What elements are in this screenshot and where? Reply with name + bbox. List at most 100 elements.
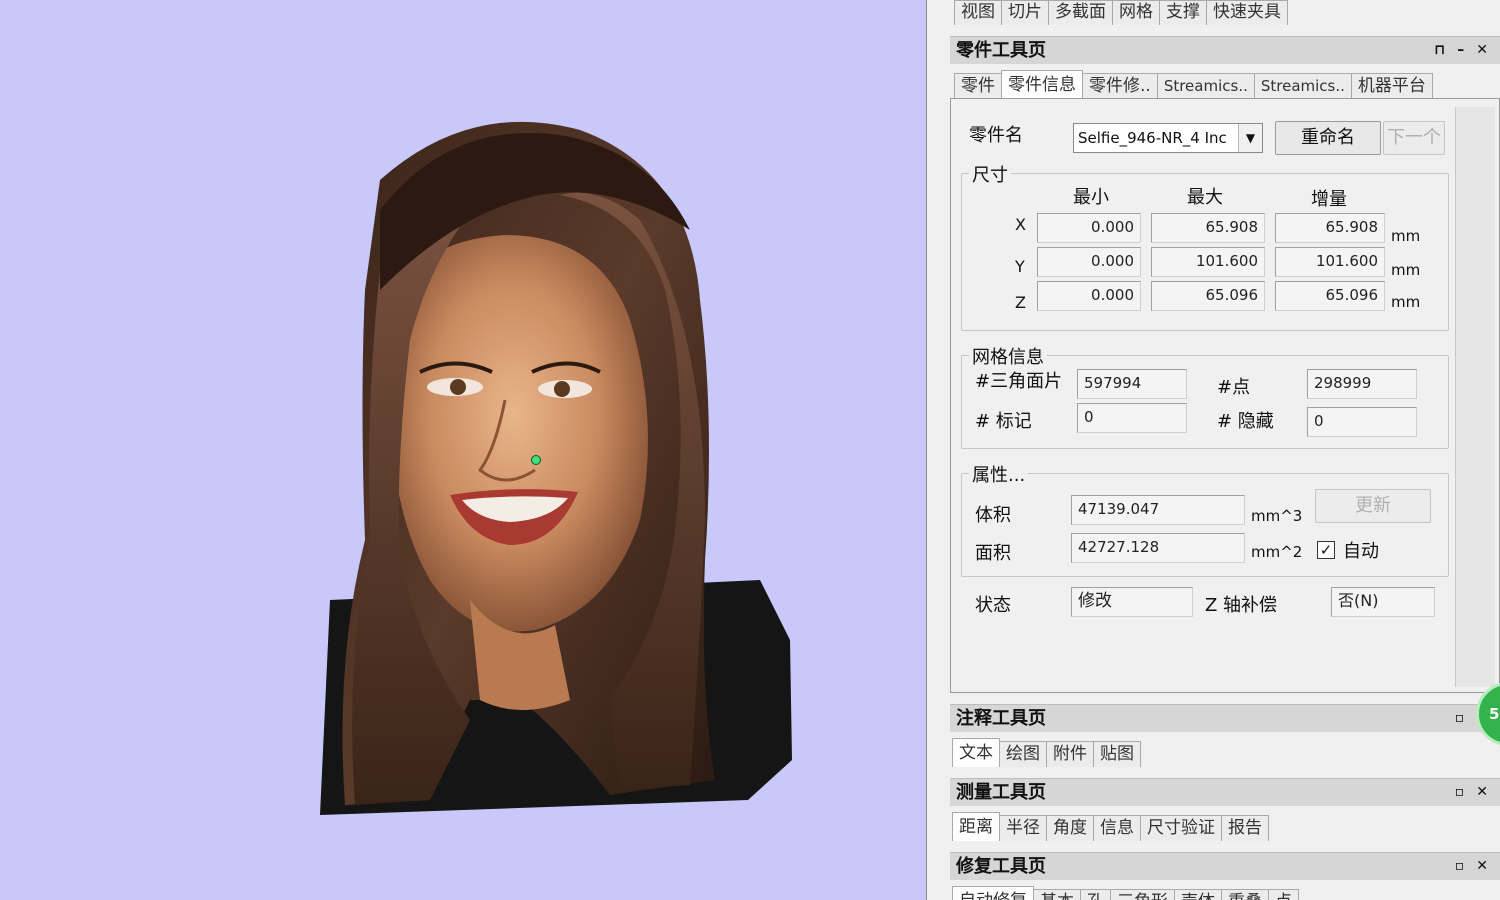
tab-holes[interactable]: 孔	[1080, 889, 1111, 900]
restore-icon[interactable]: ▫	[1455, 705, 1465, 732]
y-unit: mm	[1391, 261, 1421, 279]
3d-viewport[interactable]	[0, 0, 926, 900]
tab-distance[interactable]: 距离	[952, 812, 1000, 841]
tab-decal[interactable]: 贴图	[1093, 741, 1141, 767]
z-compensation-label: Z 轴补偿	[1205, 595, 1278, 616]
tab-streamics-1[interactable]: Streamics..	[1156, 73, 1255, 99]
part-info-scrollbar[interactable]	[1455, 107, 1495, 687]
repair-page-header[interactable]: 修复工具页 ▫ ✕	[950, 852, 1500, 880]
y-min-field: 0.000	[1037, 247, 1141, 277]
chevron-down-icon[interactable]: ▼	[1238, 124, 1262, 152]
repair-tab-bar: 自动修复 基本 孔 三角形 壳体 重叠 点	[952, 886, 1299, 900]
tab-view[interactable]: 视图	[954, 0, 1002, 25]
tab-drawing[interactable]: 绘图	[999, 741, 1047, 767]
restore-icon[interactable]: ▫	[1455, 779, 1465, 806]
pin-icon[interactable]: ⊓	[1434, 37, 1445, 64]
tab-machine-platform[interactable]: 机器平台	[1350, 73, 1433, 99]
part-name-label: 零件名	[969, 125, 1023, 146]
y-max-field: 101.600	[1151, 247, 1265, 277]
part-info-content: 零件名 Selfie_946-NR_4 Inc ▼ 重命名 下一个 尺寸 最小 …	[955, 99, 1453, 689]
x-max-field: 65.908	[1151, 213, 1265, 243]
z-unit: mm	[1391, 293, 1421, 311]
parts-page-title: 零件工具页	[956, 40, 1046, 61]
area-unit: mm^2	[1251, 543, 1303, 561]
auto-label: 自动	[1343, 541, 1379, 562]
marker-point	[531, 455, 541, 465]
next-button[interactable]: 下一个	[1383, 121, 1445, 155]
x-unit: mm	[1391, 227, 1421, 245]
tab-dimension-check[interactable]: 尺寸验证	[1140, 815, 1222, 841]
tab-support[interactable]: 支撑	[1159, 0, 1207, 25]
tab-multi-section[interactable]: 多截面	[1048, 0, 1113, 25]
tab-parts[interactable]: 零件	[954, 73, 1002, 99]
dimensions-title: 尺寸	[969, 161, 1011, 187]
tab-part-repair[interactable]: 零件修..	[1082, 73, 1158, 99]
part-name-value: Selfie_946-NR_4 Inc	[1078, 129, 1227, 147]
col-min-header: 最小	[1073, 187, 1109, 208]
tab-mesh[interactable]: 网格	[1112, 0, 1160, 25]
repair-page-title: 修复工具页	[956, 856, 1046, 877]
minimize-icon[interactable]: –	[1457, 37, 1464, 64]
axis-x-label: X	[1015, 215, 1026, 234]
part-name-select[interactable]: Selfie_946-NR_4 Inc ▼	[1073, 123, 1263, 153]
parts-page-header[interactable]: 零件工具页 ⊓ – ✕	[950, 36, 1500, 64]
tab-text[interactable]: 文本	[952, 738, 1000, 767]
tab-report[interactable]: 报告	[1221, 815, 1269, 841]
points-label: #点	[1217, 377, 1251, 398]
mesh-info-title: 网格信息	[969, 343, 1047, 369]
update-button[interactable]: 更新	[1315, 489, 1431, 523]
marks-label: # 标记	[975, 411, 1032, 432]
annotation-page-header[interactable]: 注释工具页 ▫ ✕	[950, 704, 1500, 732]
z-compensation-field: 否(N)	[1331, 587, 1435, 617]
tab-auto-repair[interactable]: 自动修复	[952, 886, 1034, 900]
area-label: 面积	[975, 543, 1011, 564]
status-field: 修改	[1071, 587, 1193, 617]
tab-basic[interactable]: 基本	[1033, 889, 1081, 900]
panel-splitter[interactable]	[926, 0, 942, 900]
tab-slice[interactable]: 切片	[1001, 0, 1049, 25]
head-model-render[interactable]	[0, 0, 926, 900]
top-tab-bar: 视图 切片 多截面 网格 支撑 快速夹具	[954, 0, 1288, 25]
x-delta-field: 65.908	[1275, 213, 1385, 243]
restore-icon[interactable]: ▫	[1455, 853, 1465, 880]
measure-page-header[interactable]: 测量工具页 ▫ ✕	[950, 778, 1500, 806]
tab-info[interactable]: 信息	[1093, 815, 1141, 841]
part-info-body: 零件名 Selfie_946-NR_4 Inc ▼ 重命名 下一个 尺寸 最小 …	[950, 98, 1500, 693]
auto-checkbox[interactable]: ✓	[1317, 541, 1335, 559]
tab-attachment[interactable]: 附件	[1046, 741, 1094, 767]
triangles-field: 597994	[1077, 369, 1187, 399]
tab-radius[interactable]: 半径	[999, 815, 1047, 841]
col-max-header: 最大	[1187, 187, 1223, 208]
axis-z-label: Z	[1015, 293, 1026, 312]
tab-quick-fixture[interactable]: 快速夹具	[1206, 0, 1288, 25]
tab-points[interactable]: 点	[1268, 889, 1299, 900]
rename-button[interactable]: 重命名	[1275, 121, 1381, 155]
volume-label: 体积	[975, 505, 1011, 526]
tab-part-info[interactable]: 零件信息	[1001, 70, 1083, 99]
face	[390, 235, 648, 632]
parts-tab-bar: 零件 零件信息 零件修.. Streamics.. Streamics.. 机器…	[954, 70, 1433, 99]
tab-triangles[interactable]: 三角形	[1110, 889, 1175, 900]
area-field: 42727.128	[1071, 533, 1245, 563]
x-min-field: 0.000	[1037, 213, 1141, 243]
tab-overlap[interactable]: 重叠	[1221, 889, 1269, 900]
col-delta-header: 增量	[1311, 189, 1347, 210]
close-icon[interactable]: ✕	[1476, 779, 1488, 806]
status-label: 状态	[975, 595, 1011, 616]
annotation-page-title: 注释工具页	[956, 708, 1046, 729]
close-icon[interactable]: ✕	[1476, 853, 1488, 880]
volume-unit: mm^3	[1251, 507, 1303, 525]
tab-shells[interactable]: 壳体	[1174, 889, 1222, 900]
z-delta-field: 65.096	[1275, 281, 1385, 311]
triangles-label: #三角面片	[975, 371, 1063, 392]
measure-tab-bar: 距离 半径 角度 信息 尺寸验证 报告	[952, 812, 1269, 841]
marks-field: 0	[1077, 403, 1187, 433]
measure-page-title: 测量工具页	[956, 782, 1046, 803]
hidden-label: # 隐藏	[1217, 411, 1274, 432]
tab-streamics-2[interactable]: Streamics..	[1253, 73, 1352, 99]
points-field: 298999	[1307, 369, 1417, 399]
close-icon[interactable]: ✕	[1476, 37, 1488, 64]
tab-angle[interactable]: 角度	[1046, 815, 1094, 841]
floating-badge-label: 50	[1489, 705, 1500, 723]
y-delta-field: 101.600	[1275, 247, 1385, 277]
